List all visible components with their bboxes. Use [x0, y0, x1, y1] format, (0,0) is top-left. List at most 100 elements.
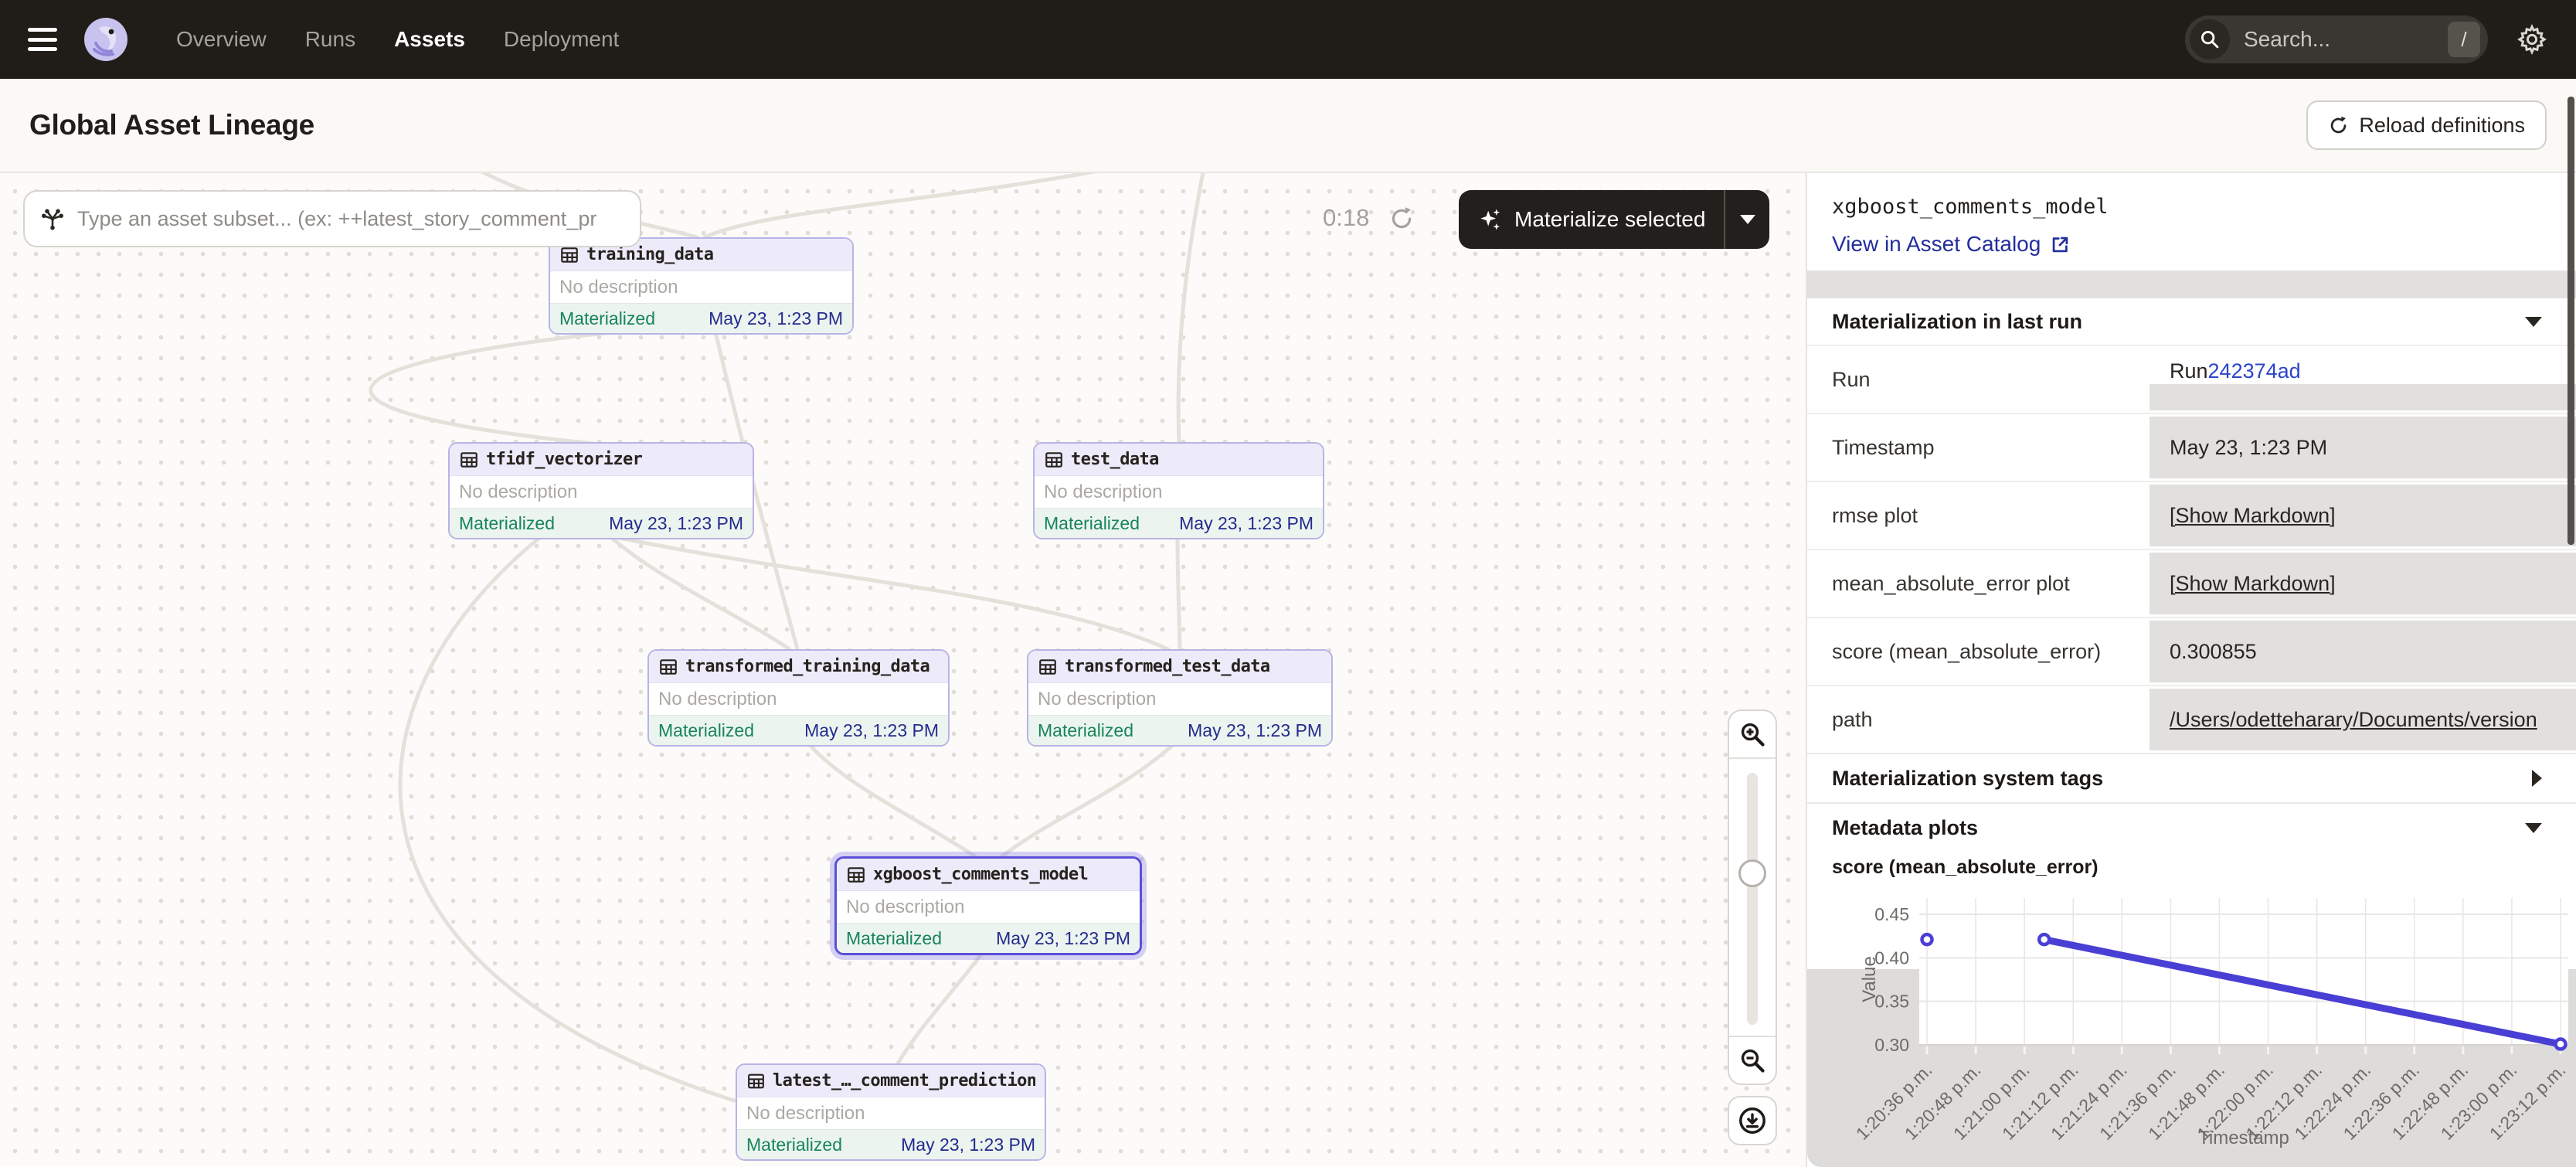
materialize-dropdown-button[interactable]	[1725, 215, 1769, 224]
table-icon	[846, 865, 866, 885]
asset-name-title: xgboost_comments_model	[1832, 195, 2109, 219]
asset-node-training_data[interactable]: training_dataNo descriptionMaterializedM…	[549, 237, 854, 335]
primary-nav: Overview Runs Assets Deployment	[176, 27, 619, 52]
asset-node-header: tfidf_vectorizer	[450, 444, 753, 476]
loading-shimmer-bar	[1807, 270, 2576, 298]
dagster-logo[interactable]	[83, 17, 128, 62]
asset-node-xgboost_comments_model[interactable]: xgboost_comments_modelNo descriptionMate…	[834, 856, 1142, 955]
view-in-asset-catalog-link[interactable]: View in Asset Catalog	[1832, 232, 2071, 257]
asset-node-name: transformed_test_data	[1065, 657, 1270, 676]
svg-text:0.45: 0.45	[1874, 904, 1909, 924]
page-title: Global Asset Lineage	[29, 109, 314, 141]
metadata-value: /Users/odetteharary/Documents/version	[2149, 689, 2576, 750]
materialize-selected-button[interactable]: Materialize selected	[1459, 190, 1769, 249]
top-nav: Overview Runs Assets Deployment Search... /	[0, 0, 2576, 79]
asset-node-header: test_data	[1035, 444, 1323, 476]
settings-gear-icon[interactable]	[2516, 23, 2548, 56]
metadata-value: [Show Markdown]	[2149, 485, 2576, 546]
asset-node-description: No description	[737, 1097, 1045, 1129]
refresh-graph-icon[interactable]	[1388, 206, 1415, 236]
metadata-value: [Show Markdown]	[2149, 553, 2576, 614]
run-id-link[interactable]: 242374ad	[2208, 359, 2301, 383]
metadata-label: path	[1832, 686, 1873, 753]
asset-subset-input[interactable]	[77, 207, 624, 231]
section-metadata-plots[interactable]: Metadata plots	[1807, 802, 2576, 852]
asset-node-header: transformed_training_data	[649, 651, 948, 683]
zoom-in-button[interactable]	[1729, 711, 1776, 759]
asset-materialized-time: May 23, 1:23 PM	[804, 720, 939, 741]
page-header: Global Asset Lineage Reload definitions	[0, 79, 2576, 173]
loading-shimmer-strip	[2149, 384, 2576, 410]
search-placeholder: Search...	[2244, 27, 2448, 52]
asset-node-transformed_test_data[interactable]: transformed_test_data No description Mater…	[1027, 649, 1333, 747]
asset-node-header: transformed_test_data	[1028, 651, 1331, 683]
asset-status-badge: Materialized	[459, 513, 555, 534]
metadata-row-timestamp: TimestampMay 23, 1:23 PM	[1807, 413, 2576, 481]
zoom-slider-thumb[interactable]	[1738, 859, 1766, 887]
metadata-label: rmse plot	[1832, 482, 1918, 549]
asset-node-name: latest_…_comment_predictions	[773, 1071, 1035, 1090]
global-search-input[interactable]: Search... /	[2185, 15, 2488, 63]
sparkle-icon	[1477, 206, 1504, 233]
dagster-app: Overview Runs Assets Deployment Search... /…	[0, 0, 2576, 1167]
reload-definitions-button[interactable]: Reload definitions	[2306, 100, 2547, 150]
asset-filter	[23, 190, 641, 247]
asset-materialized-time: May 23, 1:23 PM	[609, 513, 743, 534]
asset-node-footer: Materialized May 23, 1:23 PM	[837, 923, 1140, 953]
table-icon	[1044, 450, 1064, 470]
table-icon	[658, 657, 678, 677]
asset-status-badge: Materialized	[658, 720, 754, 741]
chevron-down-icon	[1740, 215, 1755, 224]
collapse-caret-icon	[2525, 823, 2542, 833]
download-icon	[1738, 1106, 1767, 1135]
download-graph-button[interactable]	[1728, 1096, 1777, 1145]
section-system-tags[interactable]: Materialization system tags	[1807, 753, 2576, 802]
asset-node-description: No description	[1028, 683, 1331, 715]
asset-materialized-time: May 23, 1:23 PM	[996, 928, 1130, 949]
asset-status-badge: Materialized	[746, 1135, 842, 1155]
metadata-label: mean_absolute_error plot	[1832, 550, 2070, 617]
svg-text:Timestamp: Timestamp	[2198, 1128, 2289, 1148]
asset-status-badge: Materialized	[1038, 720, 1133, 741]
asset-node-test_data[interactable]: test_dataNo descriptionMaterializedMay 2…	[1033, 442, 1324, 539]
nav-item-deployment[interactable]: Deployment	[504, 27, 619, 52]
metadata-row-mean_absolute_error-plot: mean_absolute_error plot [Show Markdown]	[1807, 549, 2576, 617]
asset-node-name: test_data	[1071, 450, 1159, 469]
asset-node-name: xgboost_comments_model	[873, 865, 1088, 884]
zoom-slider-track[interactable]	[1747, 773, 1758, 1025]
asset-node-footer: Materialized May 23, 1:23 PM	[450, 508, 753, 538]
metadata-row-score-mean_absolute_error-: score (mean_absolute_error)0.300855	[1807, 617, 2576, 685]
asset-node-tfidf_vectorizer[interactable]: tfidf_vectorizerNo descriptionMaterializ…	[448, 442, 754, 539]
nav-item-runs[interactable]: Runs	[305, 27, 355, 52]
table-icon	[746, 1071, 766, 1091]
table-icon	[1038, 657, 1058, 677]
page-scrollbar-thumb[interactable]	[2568, 97, 2574, 545]
table-icon	[459, 450, 479, 470]
section-materialization-last-run[interactable]: Materialization in last run	[1807, 298, 2576, 345]
metadata-value: 0.300855	[2149, 621, 2576, 682]
nav-item-assets[interactable]: Assets	[394, 27, 465, 52]
search-shortcut-badge: /	[2448, 22, 2480, 57]
asset-node-transformed_training_data[interactable]: transformed_training_dataNo descriptionM…	[647, 649, 950, 747]
refresh-icon	[2328, 115, 2349, 136]
metadata-plot: 0.450.400.350.30Value1:20:36 p.m.1:20:48…	[1807, 869, 2576, 1167]
metadata-value-text[interactable]: [Show Markdown]	[2170, 572, 2336, 596]
asset-materialized-time: May 23, 1:23 PM	[901, 1135, 1035, 1155]
metadata-value: Run 242374ad	[2149, 349, 2576, 410]
menu-icon[interactable]	[28, 28, 57, 51]
asset-node-name: tfidf_vectorizer	[486, 450, 642, 469]
asset-status-badge: Materialized	[846, 928, 942, 949]
asset-node-latest_…_comment_predictions[interactable]: latest_…_comment_predictions No descripti…	[736, 1063, 1046, 1161]
asset-node-footer: Materialized May 23, 1:23 PM	[649, 715, 948, 745]
asset-node-name: training_data	[586, 245, 713, 264]
table-icon	[559, 245, 579, 265]
asset-graph-canvas[interactable]: training_dataNo descriptionMaterializedM…	[0, 173, 1806, 1167]
expand-caret-icon	[2532, 770, 2542, 787]
nav-item-overview[interactable]: Overview	[176, 27, 267, 52]
zoom-out-button[interactable]	[1729, 1036, 1776, 1084]
metadata-value-text[interactable]: /Users/odetteharary/Documents/version	[2170, 708, 2537, 732]
asset-materialized-time: May 23, 1:23 PM	[709, 308, 843, 329]
metadata-value-text[interactable]: [Show Markdown]	[2170, 504, 2336, 528]
asset-node-description: No description	[550, 271, 852, 303]
asset-selector-icon	[40, 206, 65, 231]
